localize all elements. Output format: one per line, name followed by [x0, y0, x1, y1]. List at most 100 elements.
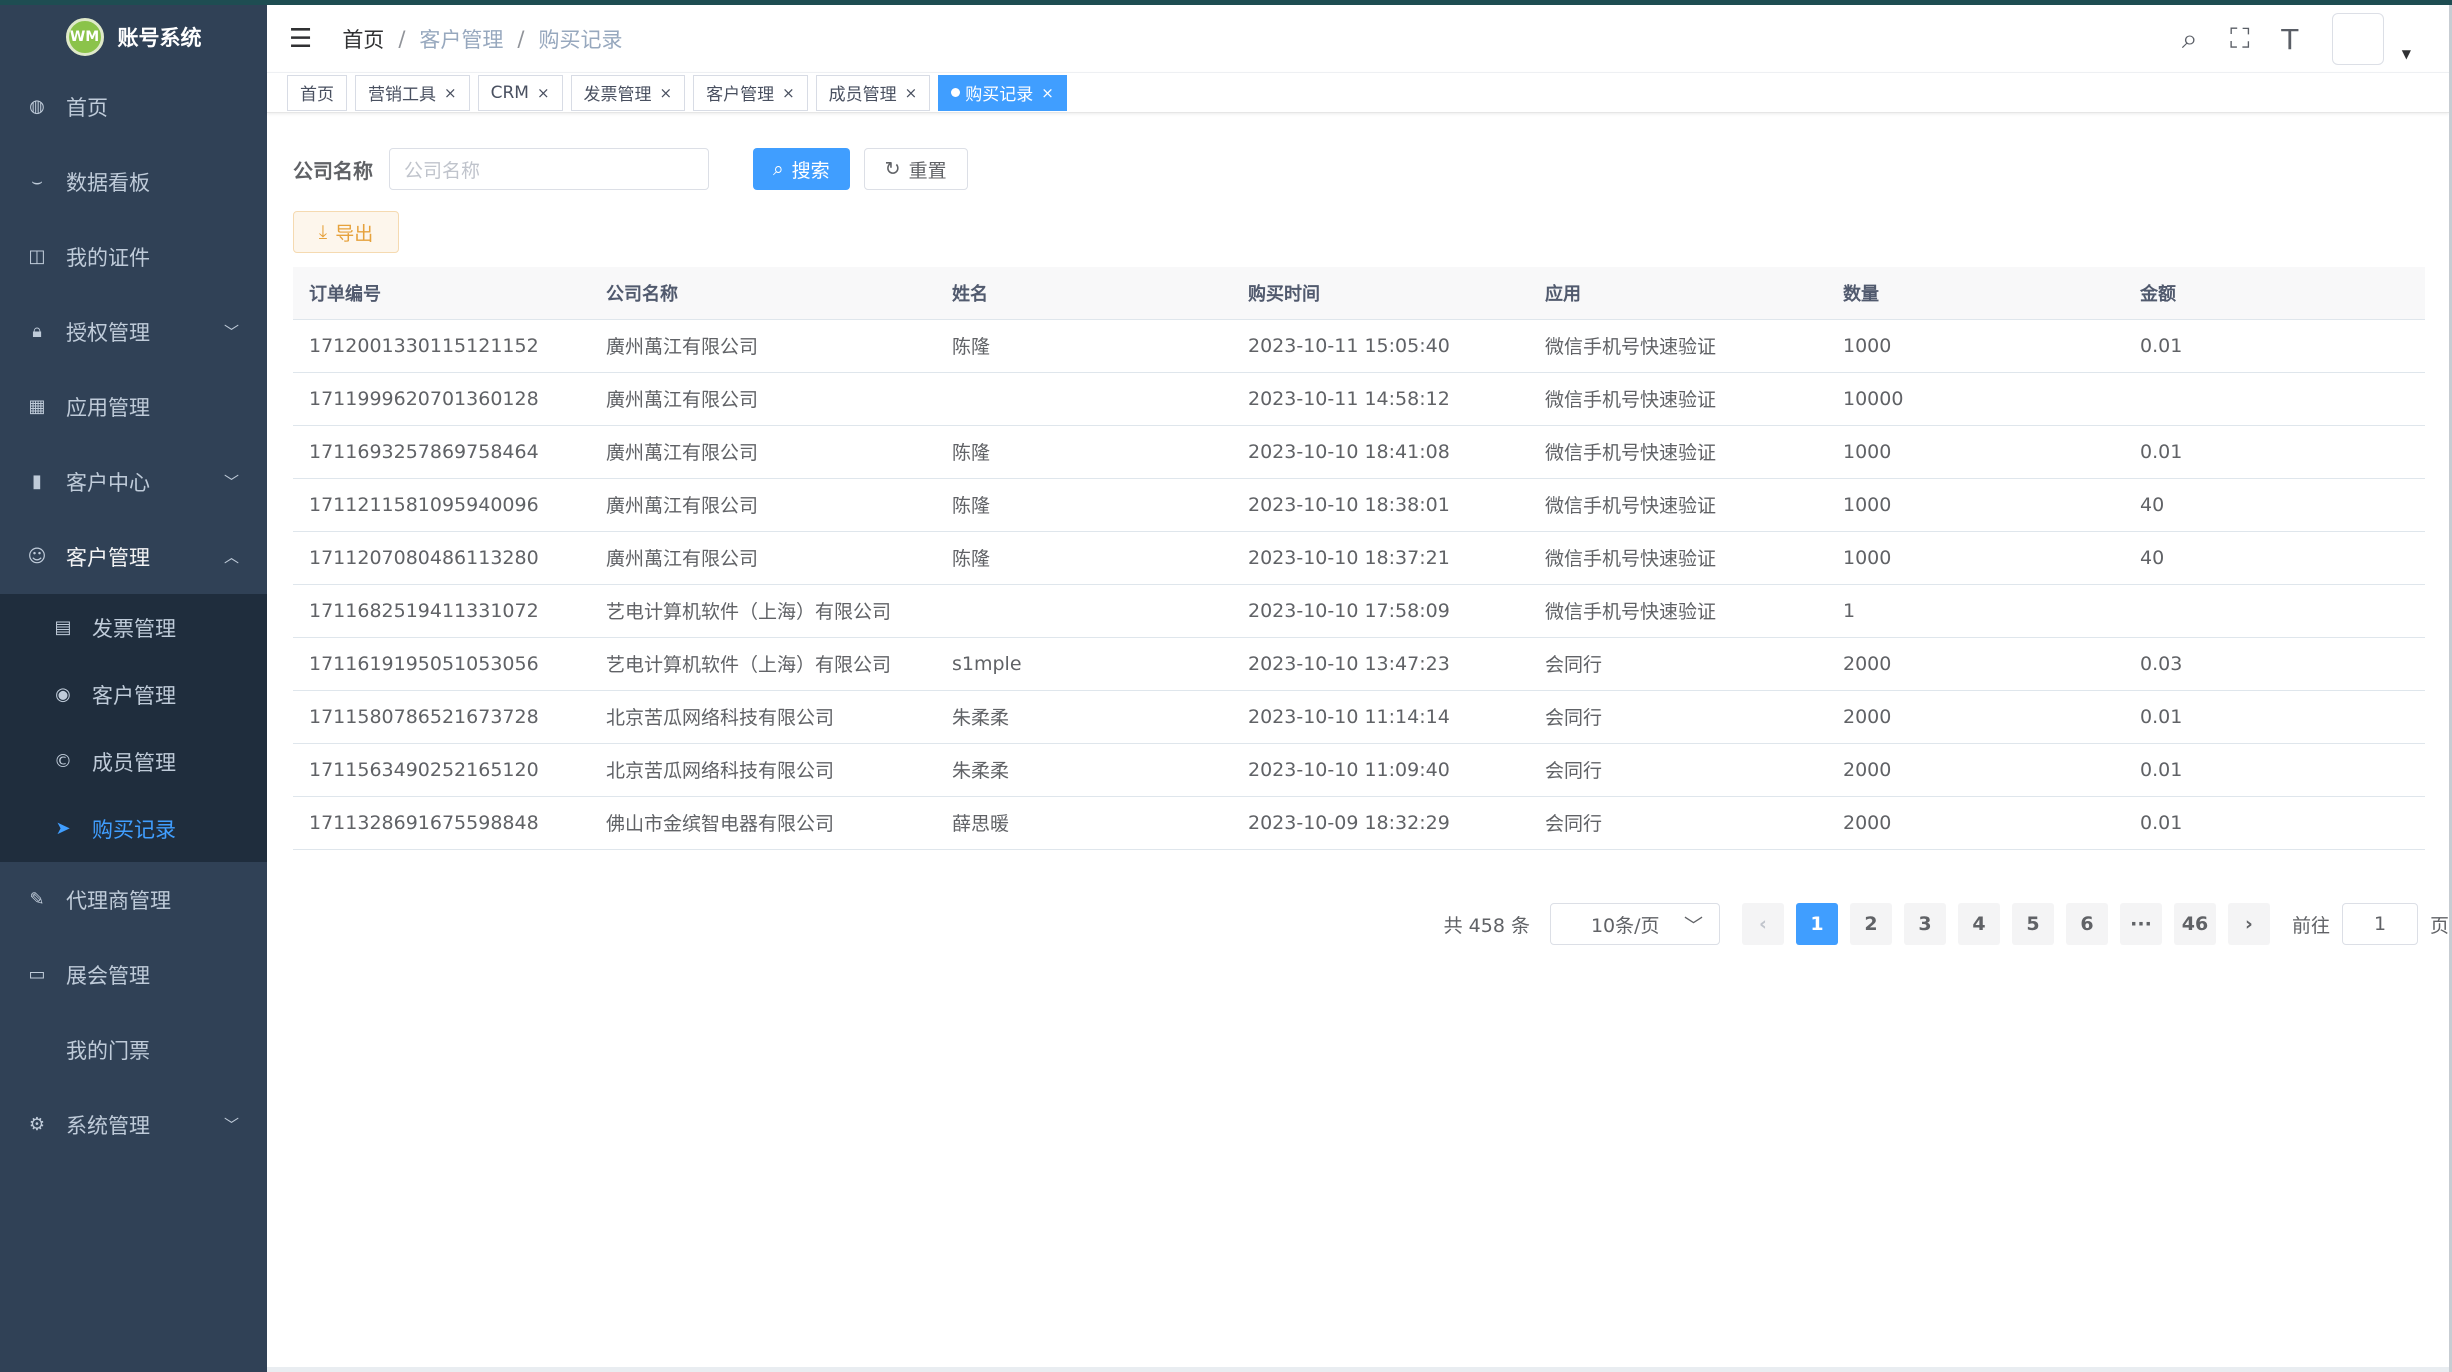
amount-cell [2124, 584, 2425, 638]
close-icon[interactable]: × [905, 84, 918, 102]
company-cell: 北京苦瓜网络科技有限公司 [590, 690, 936, 744]
sidebar-item-invoice-management[interactable]: ▤ 发票管理 [0, 594, 267, 661]
user-icon: ☺ [27, 546, 47, 567]
close-icon[interactable]: × [660, 84, 673, 102]
page-button[interactable]: 5 [2011, 903, 2054, 945]
search-button-label: 搜索 [791, 159, 830, 182]
order-no-cell: 1711328691675598848 [293, 796, 590, 850]
chevron-down-icon: ﹀ [223, 473, 239, 491]
table-row[interactable]: 1711207080486113280 廣州萬江有限公司 陈隆 2023-10-10 … [293, 531, 2425, 585]
page-button[interactable]: 2 [1849, 903, 1892, 945]
app-cell: 会同行 [1529, 690, 1827, 744]
more-pages-button[interactable]: ··· [2119, 903, 2162, 945]
page-button[interactable]: 6 [2065, 903, 2108, 945]
sidebar-item-label: 我的证件 [66, 245, 150, 270]
page-button[interactable]: 1 [1795, 903, 1838, 945]
sidebar-item-customer-list[interactable]: ◉ 客户管理 [0, 661, 267, 728]
export-button-label: 导出 [335, 222, 374, 245]
quantity-cell: 1000 [1827, 478, 2124, 532]
tag-label: CRM [490, 82, 529, 103]
goto-page-input[interactable]: 1 [2341, 903, 2418, 945]
next-page-button[interactable]: › [2227, 903, 2270, 945]
sidebar-item-home[interactable]: ◍ 首页 [0, 69, 267, 144]
pagination: 共 458 条 10条/页 ﹀ ‹ 1 2 3 4 5 6 ··· 46 › 前… [1444, 902, 2449, 946]
sidebar-item-purchase-records[interactable]: ➤ 购买记录 [0, 795, 267, 862]
close-icon[interactable]: × [537, 84, 550, 102]
tag-marketing-tools[interactable]: 营销工具 × [355, 74, 470, 111]
sidebar-item-data-board[interactable]: ⌣ 数据看板 [0, 144, 267, 219]
table-row[interactable]: 1711563490252165120 北京苦瓜网络科技有限公司 朱柔柔 2023-1… [293, 743, 2425, 797]
search-icon[interactable]: ⌕ [2174, 22, 2206, 56]
tag-home[interactable]: 首页 [287, 74, 347, 111]
company-name-input[interactable]: 公司名称 [389, 148, 709, 190]
quantity-cell: 1 [1827, 584, 2124, 638]
order-no-cell: 1711999620701360128 [293, 372, 590, 426]
tag-member-management[interactable]: 成员管理 × [815, 74, 931, 111]
sidebar-item-my-certificates[interactable]: ◫ 我的证件 [0, 219, 267, 294]
sidebar-item-member-management[interactable]: © 成员管理 [0, 728, 267, 795]
company-cell: 廣州萬江有限公司 [590, 478, 936, 532]
table-row[interactable]: 1711211581095940096 廣州萬江有限公司 陈隆 2023-10-10 … [293, 478, 2425, 532]
chevron-down-icon: ﹀ [223, 323, 239, 341]
table-row[interactable]: 1711693257869758464 廣州萬江有限公司 陈隆 2023-10-10 … [293, 425, 2425, 479]
tag-label: 成员管理 [828, 85, 897, 105]
tag-label: 营销工具 [368, 85, 436, 105]
sidebar-item-customer-management[interactable]: ☺ 客户管理 ︿ [0, 519, 267, 594]
breadcrumb-separator: / [398, 26, 406, 51]
reset-button-label: 重置 [908, 159, 947, 182]
order-no-cell: 1711682519411331072 [293, 584, 590, 638]
tag-invoice-management[interactable]: 发票管理 × [570, 74, 686, 111]
order-no-cell: 1711693257869758464 [293, 425, 590, 479]
close-icon[interactable]: × [782, 84, 795, 102]
table-row[interactable]: 1711682519411331072 艺电计算机软件（上海）有限公司 2023-1… [293, 584, 2425, 638]
sidebar-item-system-management[interactable]: ⚙ 系统管理 ﹀ [0, 1087, 267, 1162]
table-row[interactable]: 1712001330115121152 廣州萬江有限公司 陈隆 2023-10-11 … [293, 319, 2425, 373]
search-button[interactable]: ⌕ 搜索 [753, 148, 850, 190]
edit-icon: ✎ [29, 889, 45, 910]
table-row[interactable]: 1711619195051053056 艺电计算机软件（上海）有限公司 s1mple… [293, 637, 2425, 691]
eye-icon: ⌣ [31, 171, 43, 192]
sidebar-item-customer-center[interactable]: ▮ 客户中心 ﹀ [0, 444, 267, 519]
sidebar-item-my-tickets[interactable]: 我的门票 [0, 1012, 267, 1087]
quantity-cell: 2000 [1827, 796, 2124, 850]
tag-customer-management[interactable]: 客户管理 × [693, 74, 808, 111]
reset-button[interactable]: ↻ 重置 [863, 148, 968, 190]
breadcrumb-customer-management[interactable]: 客户管理 [419, 24, 503, 54]
sidebar-item-label: 我的门票 [66, 1038, 150, 1063]
page-button[interactable]: 4 [1957, 903, 2000, 945]
sidebar-item-label: 发票管理 [92, 616, 176, 641]
page-size-select[interactable]: 10条/页 ﹀ [1549, 903, 1720, 945]
fullscreen-icon[interactable]: ⛶ [2224, 22, 2256, 56]
amount-cell [2124, 372, 2425, 426]
table-row[interactable]: 1711328691675598848 佛山市金缤智电器有限公司 薛思暖 2023-1… [293, 796, 2425, 850]
close-icon[interactable]: × [1041, 84, 1054, 102]
sidebar-logo[interactable]: WM 账号系统 [0, 5, 267, 69]
table-row[interactable]: 1711580786521673728 北京苦瓜网络科技有限公司 朱柔柔 2023-1… [293, 690, 2425, 744]
purchase-time-cell: 2023-10-11 14:58:12 [1232, 372, 1529, 426]
quantity-cell: 2000 [1827, 637, 2124, 691]
page-button[interactable]: 46 [2173, 903, 2216, 945]
navbar: ☰ 首页 / 客户管理 / 购买记录 ⌕ ⛶ T ▼ [267, 5, 2449, 73]
prev-page-button[interactable]: ‹ [1741, 903, 1784, 945]
close-icon[interactable]: × [444, 84, 457, 102]
avatar[interactable] [2331, 13, 2384, 65]
font-size-icon[interactable]: T [2274, 23, 2306, 56]
name-cell: 朱柔柔 [936, 743, 1232, 797]
hamburger-icon[interactable]: ☰ [289, 24, 312, 54]
sidebar-item-exhibition-management[interactable]: ▭ 展会管理 [0, 937, 267, 1012]
sidebar-item-authorization[interactable]: 🔒︎ 授权管理 ﹀ [0, 294, 267, 369]
tag-crm[interactable]: CRM × [477, 74, 563, 111]
sidebar-item-app-management[interactable]: ▦ 应用管理 [0, 369, 267, 444]
navbar-right-menu: ⌕ ⛶ T ▼ [2174, 13, 2411, 65]
column-header-name: 姓名 [936, 267, 1232, 320]
table-row[interactable]: 1711999620701360128 廣州萬江有限公司 2023-10-11 14… [293, 372, 2425, 426]
sidebar-item-label: 数据看板 [66, 170, 150, 195]
caret-down-icon[interactable]: ▼ [2402, 47, 2411, 61]
order-no-cell: 1711207080486113280 [293, 531, 590, 585]
name-cell: s1mple [936, 637, 1232, 691]
breadcrumb-home[interactable]: 首页 [342, 24, 384, 54]
page-button[interactable]: 3 [1903, 903, 1946, 945]
sidebar-item-agent-management[interactable]: ✎ 代理商管理 [0, 862, 267, 937]
export-button[interactable]: ⤓ 导出 [293, 211, 399, 253]
tag-purchase-records[interactable]: 购买记录 × [938, 74, 1067, 111]
